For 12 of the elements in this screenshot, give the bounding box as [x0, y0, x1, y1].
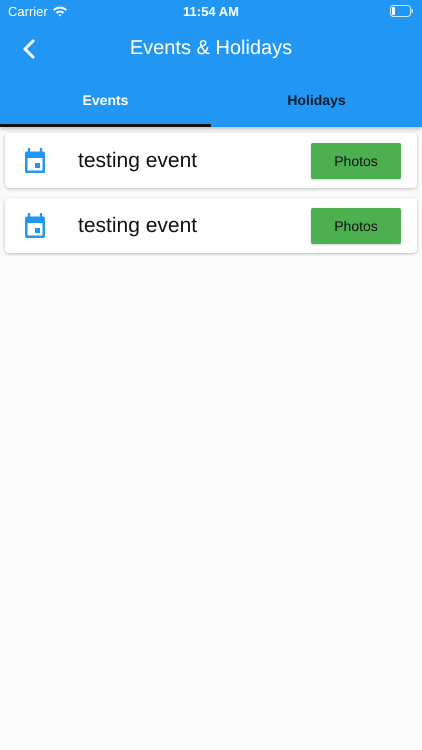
status-time: 11:54 AM: [183, 4, 239, 18]
wifi-icon: [52, 5, 68, 17]
tab[interactable]: Holidays: [211, 75, 422, 127]
carrier-name: Carrier: [8, 4, 48, 18]
photos-button[interactable]: Photos: [311, 208, 401, 244]
event-title: testing event: [78, 214, 198, 238]
battery-icon: [390, 5, 414, 17]
photos-button[interactable]: Photos: [311, 142, 401, 178]
calendar-icon: [23, 148, 47, 174]
calendar-icon: [23, 212, 47, 238]
event-title: testing event: [78, 148, 198, 172]
page-title: Events & Holidays: [130, 37, 292, 59]
